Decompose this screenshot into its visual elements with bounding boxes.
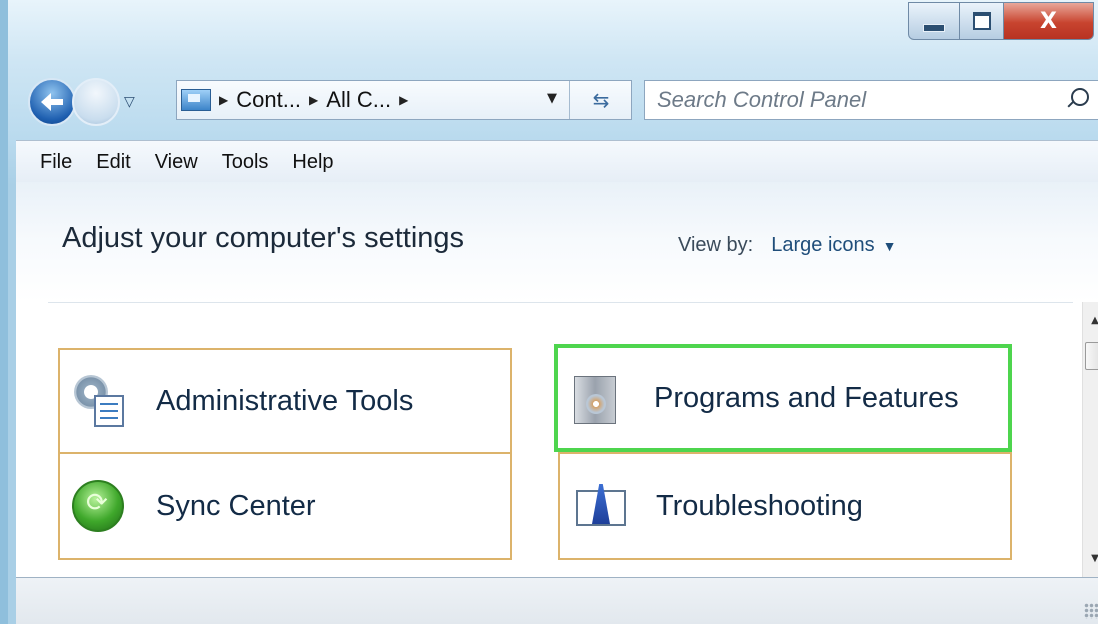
refresh-icon: ⇆ — [592, 88, 610, 112]
view-by-dropdown[interactable]: Large icons — [771, 234, 874, 257]
divider — [48, 302, 1073, 303]
maximize-icon — [972, 12, 991, 30]
scroll-down-icon[interactable]: ▼ — [1083, 548, 1098, 570]
recent-pages-chevron-icon[interactable]: ▽ — [124, 94, 135, 110]
scroll-up-icon[interactable]: ▲ — [1083, 310, 1098, 332]
page-title: Adjust your computer's settings — [62, 222, 465, 254]
sync-center-icon — [72, 478, 128, 534]
breadcrumb-control-panel[interactable]: Cont... — [236, 87, 301, 113]
menu-bar: File Edit View Tools Help — [16, 140, 1098, 184]
item-sync-center[interactable]: Sync Center — [58, 452, 512, 560]
view-by-label: View by: — [678, 234, 754, 256]
menu-view[interactable]: View — [143, 151, 210, 174]
vertical-scrollbar[interactable]: ▲ ▼ — [1082, 302, 1098, 577]
item-label[interactable]: Programs and Features — [654, 382, 959, 415]
item-label[interactable]: Sync Center — [156, 490, 316, 523]
programs-features-icon — [570, 370, 626, 426]
breadcrumb-separator-icon[interactable]: ▶ — [399, 93, 408, 107]
forward-button[interactable] — [72, 78, 120, 126]
item-troubleshooting[interactable]: Troubleshooting — [558, 452, 1012, 560]
search-icon[interactable] — [1071, 88, 1089, 106]
navigation-buttons: ▽ — [28, 76, 135, 128]
item-label[interactable]: Administrative Tools — [156, 385, 413, 418]
breadcrumb-separator-icon[interactable]: ▶ — [219, 93, 228, 107]
dropdown-arrow-icon[interactable]: ▼ — [883, 238, 897, 254]
admin-tools-icon — [72, 373, 128, 429]
minimize-button[interactable] — [908, 2, 960, 40]
refresh-button[interactable]: ⇆ — [569, 81, 632, 119]
maximize-button[interactable] — [960, 2, 1004, 40]
troubleshooting-icon — [572, 478, 628, 534]
item-label[interactable]: Troubleshooting — [656, 490, 863, 523]
menu-help[interactable]: Help — [280, 151, 345, 174]
control-panel-window: X ▽ ▶ Cont... ▶ All C... ▶ ▼ ⇆ File Edit… — [0, 0, 1098, 624]
resize-grip-icon[interactable] — [1084, 603, 1098, 619]
close-button[interactable]: X — [1004, 2, 1094, 40]
minimize-icon — [923, 24, 945, 32]
view-by-control: View by: Large icons ▼ — [678, 234, 897, 257]
search-input[interactable] — [655, 86, 1039, 114]
item-programs-and-features[interactable]: Programs and Features — [554, 344, 1012, 452]
menu-edit[interactable]: Edit — [84, 151, 142, 174]
scroll-thumb[interactable] — [1085, 342, 1098, 370]
back-button[interactable] — [28, 78, 76, 126]
control-panel-icon — [181, 89, 211, 111]
status-bar — [16, 577, 1098, 624]
breadcrumb-separator-icon[interactable]: ▶ — [309, 93, 318, 107]
menu-file[interactable]: File — [16, 151, 84, 174]
address-bar[interactable]: ▶ Cont... ▶ All C... ▶ ▼ ⇆ — [176, 80, 632, 120]
address-dropdown-icon[interactable]: ▼ — [547, 91, 557, 106]
caption-controls: X — [908, 2, 1094, 42]
breadcrumb-all-items[interactable]: All C... — [326, 87, 391, 113]
search-box[interactable] — [644, 80, 1098, 120]
menu-tools[interactable]: Tools — [210, 151, 281, 174]
content-area: Adjust your computer's settings View by:… — [16, 182, 1098, 577]
back-arrow-icon — [41, 93, 63, 111]
item-administrative-tools[interactable]: Administrative Tools — [58, 348, 512, 454]
